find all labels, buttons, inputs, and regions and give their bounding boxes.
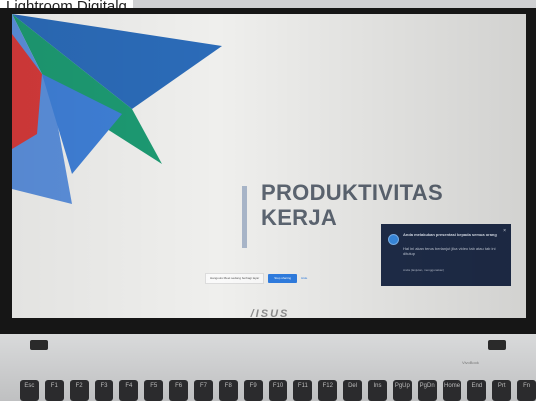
slide-title: PRODUKTIVITAS KERJA bbox=[261, 180, 443, 230]
keyboard-key[interactable]: F12 bbox=[318, 380, 338, 401]
keyboard-key[interactable]: PgDn bbox=[417, 380, 437, 401]
close-icon[interactable]: × bbox=[503, 228, 506, 234]
keyboard-key[interactable]: Ins bbox=[368, 380, 387, 401]
keyboard-key[interactable]: F2 bbox=[69, 380, 89, 401]
keyboard-key[interactable]: Esc bbox=[20, 380, 39, 401]
slide-decoration bbox=[12, 14, 222, 204]
slide-title-line1: PRODUKTIVITAS bbox=[261, 180, 443, 205]
keyboard-key[interactable]: End bbox=[467, 380, 487, 401]
keyboard-key[interactable]: F10 bbox=[268, 380, 288, 401]
keyboard-key[interactable]: F6 bbox=[169, 380, 189, 401]
presenting-notification[interactable]: Anda melakukan presentasi kepada semua o… bbox=[381, 224, 511, 286]
keyboard-key[interactable]: Del bbox=[343, 380, 363, 401]
hinge-right bbox=[488, 340, 506, 350]
hide-button[interactable]: Hide bbox=[301, 276, 307, 280]
title-accent-bar bbox=[242, 186, 247, 248]
presentation-icon bbox=[388, 234, 399, 245]
deck-sticker: VivoBook bbox=[462, 360, 479, 365]
notification-title: Anda melakukan presentasi kepada semua o… bbox=[403, 232, 497, 237]
keyboard-key[interactable]: Prt bbox=[492, 380, 512, 401]
keyboard-key[interactable]: F7 bbox=[194, 380, 213, 401]
keyboard-key[interactable]: F8 bbox=[218, 380, 238, 401]
hinge-left bbox=[30, 340, 48, 350]
notification-link[interactable]: Anda (lanjutan, menggunakan) bbox=[403, 268, 444, 272]
keyboard-key[interactable]: PgUp bbox=[392, 380, 412, 401]
keyboard-key[interactable]: F5 bbox=[144, 380, 164, 401]
keyboard-key[interactable]: Home bbox=[442, 380, 462, 401]
keyboard-key[interactable]: F4 bbox=[119, 380, 139, 401]
keyboard-key[interactable]: Fn bbox=[517, 380, 536, 401]
keyboard-key[interactable]: F11 bbox=[293, 380, 313, 401]
stop-sharing-button[interactable]: Stop sharing bbox=[268, 273, 298, 283]
screen-share-bar: Hangouts Meet sedang berbagi layar Stop … bbox=[205, 272, 355, 284]
laptop-screen: PRODUKTIVITAS KERJA Hangouts Meet sedang… bbox=[12, 14, 526, 318]
share-message: Hangouts Meet sedang berbagi layar bbox=[205, 272, 265, 284]
keyboard-key[interactable]: F1 bbox=[44, 380, 64, 401]
asus-logo: /ISUS bbox=[250, 308, 290, 320]
function-key-row: Esc F1 F2 F3 F4 F5 F6 F7 F8 F9 F10 F11 F12 Del Ins PgUp… bbox=[20, 380, 536, 401]
keyboard-key[interactable]: F9 bbox=[243, 380, 263, 401]
notification-body: Hal ini akan terus berlanjut jika video … bbox=[403, 246, 496, 256]
keyboard-key[interactable]: F3 bbox=[94, 380, 114, 401]
